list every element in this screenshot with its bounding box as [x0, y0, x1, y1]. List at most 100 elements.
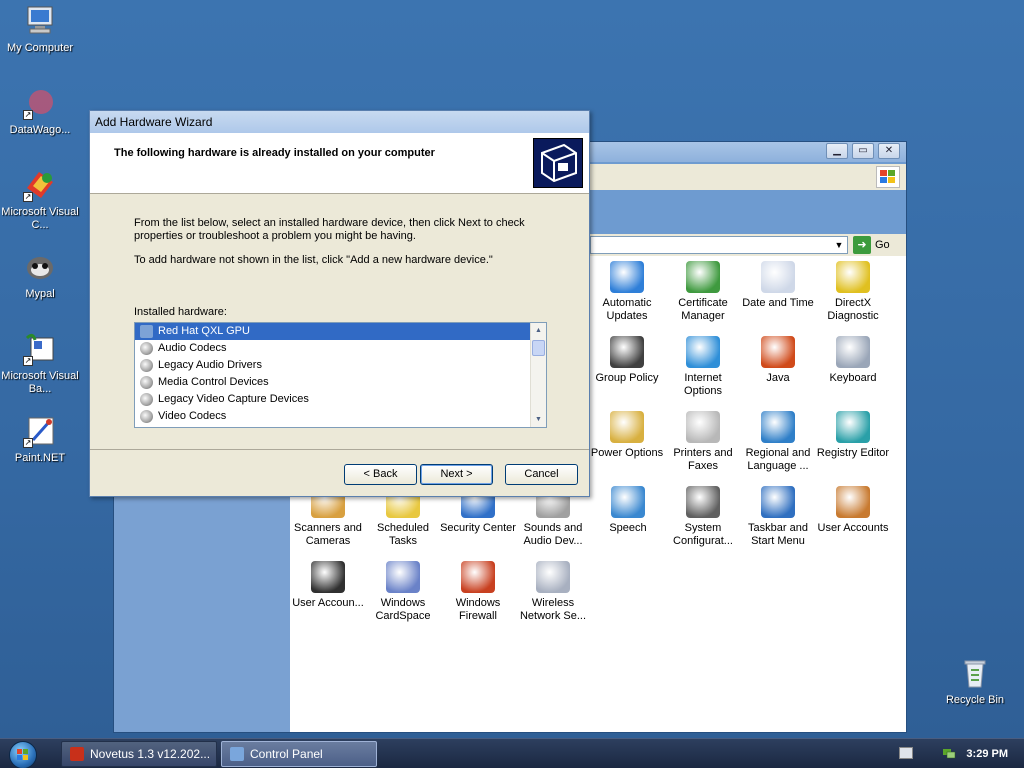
datawagon-icon: ↗ [23, 86, 57, 120]
hardware-wizard-icon [533, 138, 583, 188]
windows-logo-icon [17, 749, 28, 760]
control-panel-item[interactable]: Power Options [589, 411, 665, 460]
control-panel-item-label: System Configurat... [673, 522, 733, 547]
hardware-list-item[interactable]: Legacy Audio Drivers [135, 357, 546, 374]
desktop-icon-label: Microsoft Visual Ba... [1, 370, 79, 395]
desktop-icon-label: DataWago... [9, 124, 71, 136]
control-panel-item[interactable]: Internet Options [665, 336, 741, 398]
list-scrollbar[interactable]: ▲ ▼ [530, 323, 546, 427]
wizard-body: From the list below, select an installed… [90, 195, 589, 450]
desktop-icon-my-computer[interactable]: My Computer [0, 4, 80, 55]
control-panel-item-label: Java [766, 372, 790, 384]
user-account-icon [311, 561, 345, 593]
shortcut-arrow-icon: ↗ [23, 438, 33, 448]
wizard-divider [90, 449, 589, 450]
my-computer-icon [23, 4, 57, 38]
mypal-icon [23, 250, 57, 284]
desktop-icon-label: My Computer [6, 42, 74, 54]
desktop-icon-visual-c[interactable]: ↗ Microsoft Visual C... [0, 168, 80, 232]
back-button[interactable]: < Back [344, 464, 417, 485]
control-panel-item[interactable]: Automatic Updates [589, 261, 665, 323]
maximize-button[interactable]: ▭ [852, 143, 874, 159]
control-panel-item[interactable]: Java [740, 336, 816, 385]
certificate-icon [686, 261, 720, 293]
control-panel-item[interactable]: User Accounts [815, 486, 891, 535]
hardware-list-item[interactable]: Red Hat QXL GPU [135, 323, 530, 340]
control-panel-item[interactable]: Regional and Language ... [740, 411, 816, 473]
control-panel-item[interactable]: Group Policy [589, 336, 665, 385]
control-panel-item-label: Taskbar and Start Menu [748, 522, 808, 547]
hardware-list-item[interactable]: Media Control Devices [135, 374, 546, 391]
sound-device-icon [140, 359, 153, 372]
desktop-icon-paint-net[interactable]: ↗ Paint.NET [0, 414, 80, 465]
control-panel-item[interactable]: Speech [590, 486, 666, 535]
desktop-icon-label: Microsoft Visual C... [1, 206, 79, 231]
control-panel-item[interactable]: Date and Time [740, 261, 816, 310]
control-panel-item-label: Certificate Manager [678, 297, 728, 322]
installed-hardware-list[interactable]: Red Hat QXL GPU Audio Codecs Legacy Audi… [134, 322, 547, 428]
wizard-titlebar[interactable]: Add Hardware Wizard [90, 111, 589, 133]
internet-options-icon [686, 336, 720, 368]
directx-icon [836, 261, 870, 293]
go-button[interactable]: ➜ Go [853, 236, 890, 254]
control-panel-item[interactable]: Keyboard [815, 336, 891, 385]
control-panel-item[interactable]: Windows Firewall [440, 561, 516, 623]
scroll-down-arrow-icon[interactable]: ▼ [531, 412, 546, 427]
control-panel-item-label: Windows CardSpace [375, 597, 431, 622]
system-clock[interactable]: 3:29 PM [966, 739, 1008, 768]
control-panel-item-label: Automatic Updates [602, 297, 652, 322]
printer-icon [686, 411, 720, 443]
control-panel-item[interactable]: DirectX Diagnostic [815, 261, 891, 323]
desktop-icon-visual-basic[interactable]: ↗ Microsoft Visual Ba... [0, 332, 80, 396]
keyboard-layout-icon[interactable] [899, 747, 913, 759]
desktop-icon-datawagon[interactable]: ↗ DataWago... [0, 86, 80, 137]
control-panel-item-label: Wireless Network Se... [519, 597, 587, 622]
task-label: Novetus 1.3 v12.202... [90, 747, 211, 761]
user-accounts-icon [836, 486, 870, 518]
control-panel-item[interactable]: Certificate Manager [665, 261, 741, 323]
control-panel-item-label: Keyboard [829, 372, 877, 384]
hardware-list-item[interactable]: Audio Codecs [135, 340, 546, 357]
minimize-button[interactable]: ▁ [826, 143, 848, 159]
desktop-icon-recycle-bin[interactable]: Recycle Bin [935, 656, 1015, 707]
control-panel-item-label: Sounds and Audio Dev... [523, 522, 583, 547]
control-panel-item[interactable]: User Accoun... [290, 561, 366, 610]
control-panel-item-label: Group Policy [595, 372, 659, 384]
control-panel-item[interactable]: Taskbar and Start Menu [740, 486, 816, 548]
cancel-button[interactable]: Cancel [505, 464, 578, 485]
scroll-up-arrow-icon[interactable]: ▲ [531, 323, 546, 338]
hardware-list-item[interactable]: Video Codecs [135, 408, 546, 425]
address-input[interactable]: ▼ [590, 236, 848, 254]
visual-basic-icon: ↗ [23, 332, 57, 366]
close-button[interactable]: ✕ [878, 143, 900, 159]
hardware-item-label: Audio Codecs [158, 342, 227, 354]
shortcut-arrow-icon: ↗ [23, 356, 33, 366]
taskbar-button-control-panel[interactable]: Control Panel [221, 741, 377, 767]
wizard-add-hint: To add hardware not shown in the list, c… [134, 254, 493, 266]
control-panel-item-label: Windows Firewall [455, 597, 501, 622]
cardspace-icon [386, 561, 420, 593]
start-button[interactable] [9, 741, 37, 768]
desktop-icon-mypal[interactable]: Mypal [0, 250, 80, 301]
control-panel-item[interactable]: System Configurat... [665, 486, 741, 548]
wireless-icon [536, 561, 570, 593]
control-panel-item[interactable]: Registry Editor [815, 411, 891, 460]
control-panel-item[interactable]: Wireless Network Se... [515, 561, 591, 623]
hardware-list-item[interactable]: Legacy Video Capture Devices [135, 391, 546, 408]
shortcut-arrow-icon: ↗ [23, 192, 33, 202]
control-panel-item[interactable]: Windows CardSpace [365, 561, 441, 623]
installed-hardware-label: Installed hardware: [134, 306, 227, 318]
clock-icon [761, 261, 795, 293]
network-icon[interactable] [942, 747, 956, 759]
add-hardware-wizard-dialog: Add Hardware Wizard The following hardwa… [89, 110, 590, 497]
scrollbar-thumb[interactable] [532, 340, 545, 356]
windows-flag-icon [876, 166, 900, 188]
paint-net-icon: ↗ [23, 414, 57, 448]
control-panel-item-label: User Accounts [817, 522, 889, 534]
chevron-down-icon[interactable]: ▼ [832, 238, 846, 252]
next-button[interactable]: Next > [420, 464, 493, 485]
taskbar-button-novetus[interactable]: Novetus 1.3 v12.202... [61, 741, 217, 767]
sound-device-icon [140, 342, 153, 355]
automatic-updates-icon [610, 261, 644, 293]
control-panel-item[interactable]: Printers and Faxes [665, 411, 741, 473]
